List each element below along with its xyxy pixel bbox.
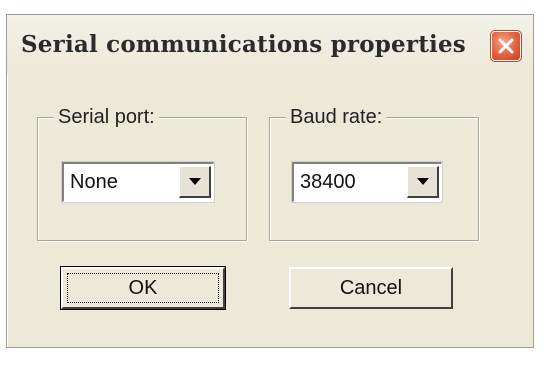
serial-port-value: None (70, 171, 118, 193)
ok-button-label: OK (128, 277, 158, 299)
chevron-down-icon (189, 178, 201, 185)
baud-rate-value: 38400 (300, 171, 356, 193)
serial-port-select[interactable]: None (61, 161, 215, 203)
serial-properties-dialog: Serial communications properties Serial … (6, 14, 534, 348)
close-icon (498, 38, 514, 54)
baud-rate-dropdown-button[interactable] (407, 166, 439, 198)
baud-rate-select[interactable]: 38400 (291, 161, 443, 203)
window-title: Serial communications properties (21, 31, 466, 58)
serial-port-dropdown-button[interactable] (179, 166, 211, 198)
title-bar[interactable]: Serial communications properties (7, 15, 533, 75)
serial-port-group: Serial port: None (37, 106, 247, 241)
cancel-button[interactable]: Cancel (289, 267, 453, 309)
cancel-button-label: Cancel (339, 277, 403, 299)
ok-button[interactable]: OK (60, 266, 226, 310)
baud-rate-label: Baud rate: (286, 106, 387, 129)
close-button[interactable] (490, 30, 522, 62)
baud-rate-group: Baud rate: 38400 (269, 106, 479, 241)
chevron-down-icon (417, 178, 429, 185)
serial-port-label: Serial port: (54, 106, 159, 129)
